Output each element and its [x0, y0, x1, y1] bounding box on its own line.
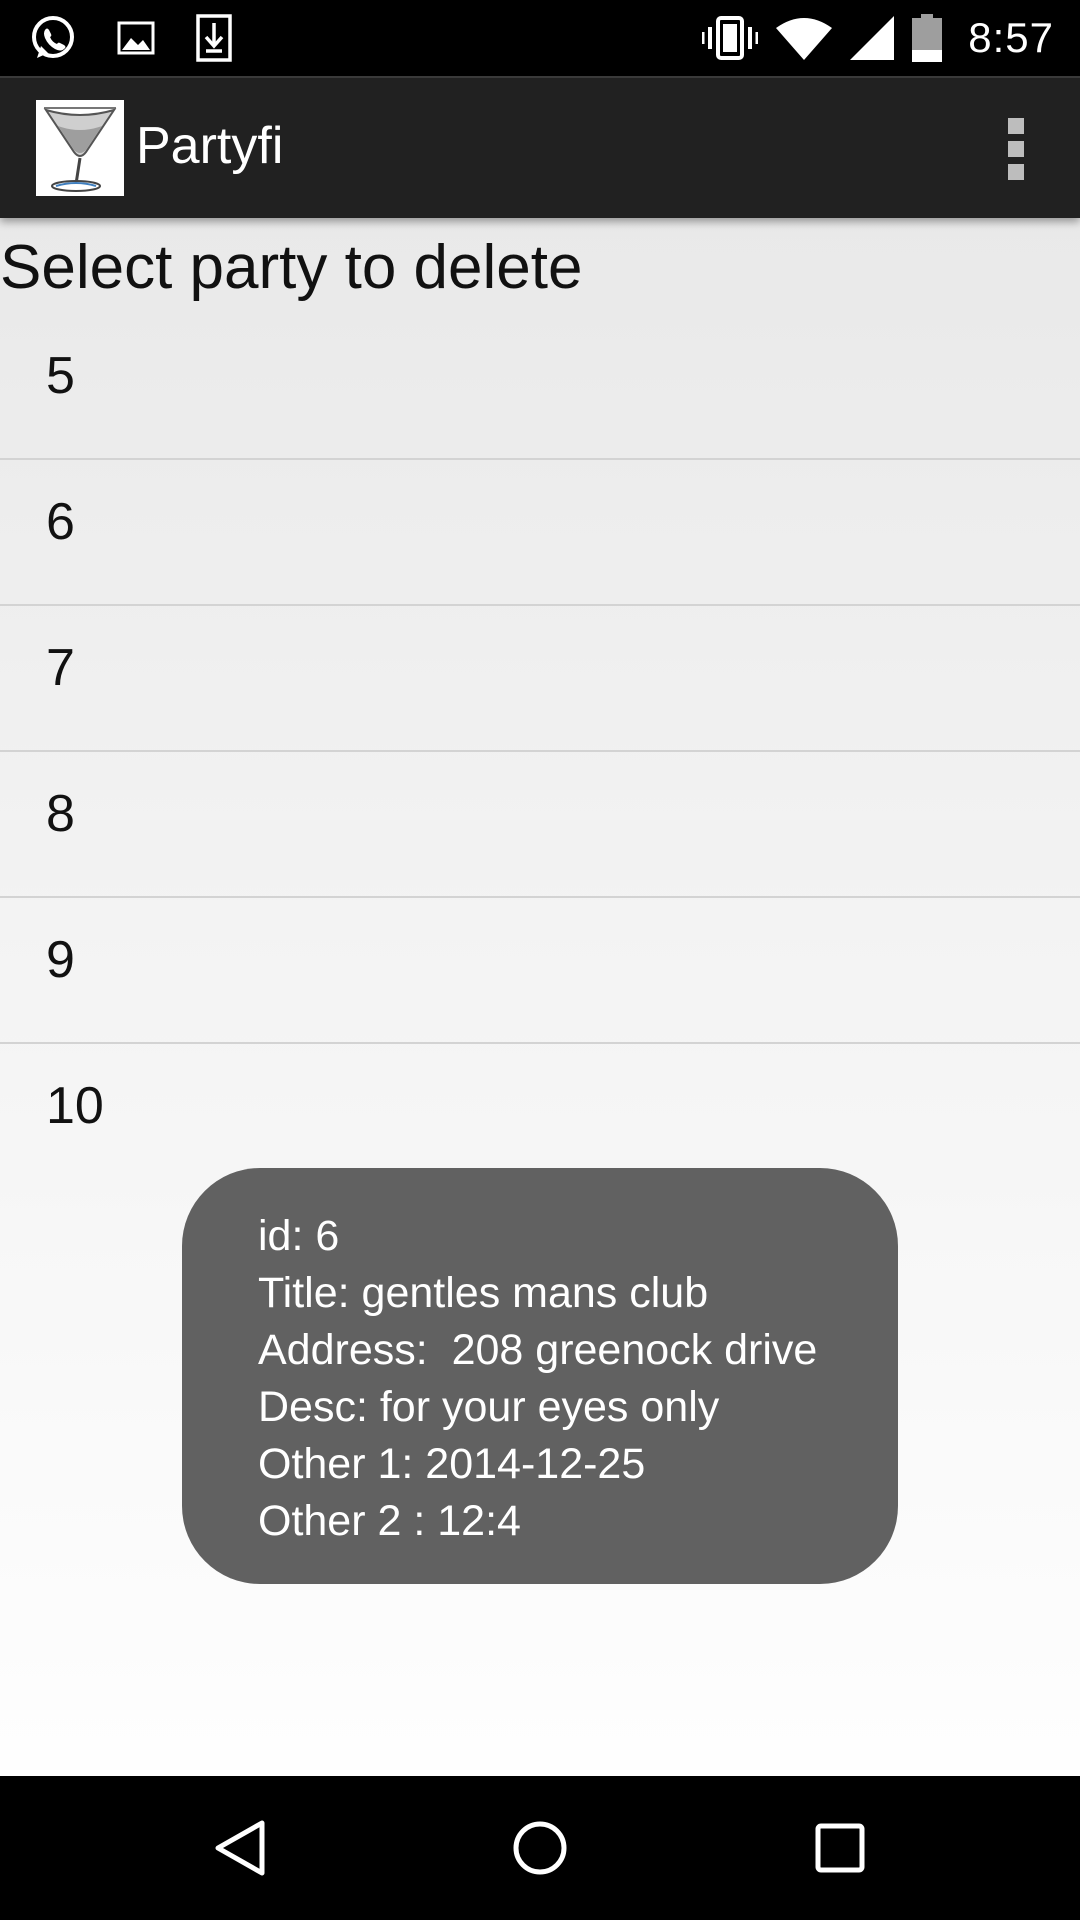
download-icon: [196, 14, 232, 62]
list-item-label: 8: [46, 785, 75, 843]
cocktail-glass-icon: [36, 100, 124, 196]
whatsapp-icon: [32, 16, 74, 58]
toast-message: id: 6 Title: gentles mans club Address: …: [182, 1168, 898, 1584]
toast-line-id: id: 6: [258, 1212, 340, 1260]
wifi-icon: [776, 18, 833, 60]
clock: 8:57: [968, 14, 1054, 61]
status-bar: 8:57: [0, 0, 1080, 76]
notification-icons: [28, 12, 234, 64]
more-vertical-icon: [1008, 118, 1024, 134]
page-heading: Select party to delete: [0, 233, 583, 302]
toast-line-other-1: Other 1: 2014-12-25: [258, 1440, 646, 1488]
recents-button[interactable]: [808, 1816, 872, 1880]
list-item[interactable]: 8: [0, 752, 1080, 898]
home-button[interactable]: [508, 1816, 572, 1880]
list-item-label: 10: [46, 1077, 104, 1135]
screen: 8:57 Partyfi Select party to delete 5 6 …: [0, 0, 1080, 1920]
back-icon: [215, 1820, 265, 1876]
toast-line-other-2: Other 2 : 12:4: [258, 1497, 521, 1545]
overflow-menu-button[interactable]: [992, 114, 1040, 184]
action-bar: Partyfi: [0, 76, 1080, 218]
list-item[interactable]: 7: [0, 606, 1080, 752]
app-title: Partyfi: [136, 117, 284, 175]
list-item-label: 6: [46, 493, 75, 551]
recents-icon: [815, 1823, 865, 1873]
toast-line-address: Address: 208 greenock drive: [258, 1326, 818, 1374]
party-list: 5 6 7 8 9 10: [0, 314, 1080, 1190]
list-item[interactable]: 5: [0, 314, 1080, 460]
image-icon: [117, 21, 155, 55]
home-icon: [513, 1821, 567, 1875]
back-button[interactable]: [208, 1816, 272, 1880]
battery-icon: [912, 14, 943, 62]
system-icons: 8:57: [702, 10, 1054, 66]
toast-line-title: Title: gentles mans club: [258, 1269, 709, 1317]
list-item[interactable]: 9: [0, 898, 1080, 1044]
vibrate-icon: [702, 16, 759, 60]
list-item[interactable]: 6: [0, 460, 1080, 606]
list-item-label: 5: [46, 347, 75, 405]
list-item-label: 7: [46, 639, 75, 697]
signal-icon: [850, 16, 895, 60]
toast-line-desc: Desc: for your eyes only: [258, 1383, 720, 1431]
navigation-bar: [0, 1776, 1080, 1920]
list-item-label: 9: [46, 931, 75, 989]
